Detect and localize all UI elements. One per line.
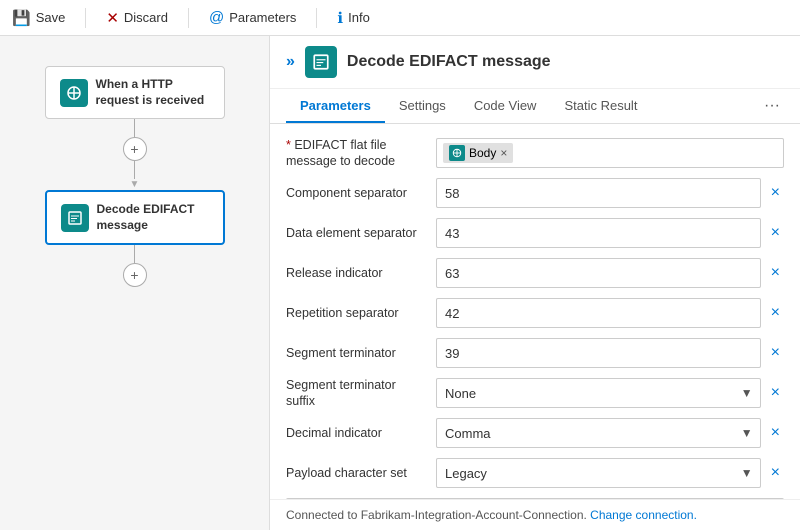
detail-node-icon (305, 46, 337, 78)
component-sep-row: Component separator × (286, 176, 784, 210)
component-sep-label: Component separator (286, 185, 436, 201)
arrow-down-1: ▼ (130, 179, 140, 190)
decimal-ind-select[interactable]: Comma Period (436, 418, 761, 448)
toolbar-divider-2 (188, 8, 189, 28)
repetition-sep-clear[interactable]: × (767, 302, 784, 324)
http-request-node[interactable]: When a HTTP request is received (45, 66, 225, 119)
data-elem-input[interactable] (436, 218, 761, 248)
payload-label: Payload character set (286, 465, 436, 481)
http-node-icon (60, 79, 88, 107)
payload-wrap: Legacy UTF-8 UTF-16 ▼ × (436, 458, 784, 488)
parameters-button[interactable]: @ Parameters (209, 9, 296, 26)
detail-panel: » Decode EDIFACT message Parameters Sett… (270, 36, 800, 530)
segment-term-label: Segment terminator (286, 345, 436, 361)
parameters-icon: @ (209, 9, 224, 26)
tabs-bar: Parameters Settings Code View Static Res… (270, 89, 800, 124)
seg-term-suffix-select-wrap: None CR LF CRLF ▼ (436, 378, 761, 408)
data-elem-clear[interactable]: × (767, 222, 784, 244)
save-label: Save (36, 10, 66, 25)
edifact-tag-input[interactable]: Body × (436, 138, 784, 168)
payload-select[interactable]: Legacy UTF-8 UTF-16 (436, 458, 761, 488)
canvas-panel: When a HTTP request is received + ▼ Deco… (0, 36, 270, 530)
main-layout: When a HTTP request is received + ▼ Deco… (0, 36, 800, 530)
segment-term-row: Segment terminator × (286, 336, 784, 370)
edifact-field-row: EDIFACT flat file message to decode (286, 136, 784, 170)
tag-icon (449, 145, 465, 161)
http-node-label: When a HTTP request is received (96, 77, 210, 108)
repetition-sep-wrap: × (436, 298, 784, 328)
seg-term-suffix-clear[interactable]: × (767, 382, 784, 404)
payload-row: Payload character set Legacy UTF-8 UTF-1… (286, 456, 784, 490)
connector-line-bottom (134, 161, 135, 179)
data-elem-label: Data element separator (286, 225, 436, 241)
release-ind-clear[interactable]: × (767, 262, 784, 284)
toolbar-divider-1 (85, 8, 86, 28)
data-elem-row: Data element separator × (286, 216, 784, 250)
component-sep-input[interactable] (436, 178, 761, 208)
decode-edifact-node[interactable]: Decode EDIFACT message (45, 190, 225, 245)
release-ind-wrap: × (436, 258, 784, 288)
segment-term-clear[interactable]: × (767, 342, 784, 364)
body-tag: Body × (443, 143, 513, 163)
repetition-sep-row: Repetition separator × (286, 296, 784, 330)
tab-parameters[interactable]: Parameters (286, 90, 385, 123)
tab-code-view[interactable]: Code View (460, 90, 551, 123)
body-tag-label: Body (469, 146, 496, 160)
parameters-label: Parameters (229, 10, 296, 25)
discard-icon: ✕ (106, 9, 119, 27)
panel-footer: Connected to Fabrikam-Integration-Accoun… (270, 499, 800, 530)
decimal-ind-row: Decimal indicator Comma Period ▼ × (286, 416, 784, 450)
segment-term-wrap: × (436, 338, 784, 368)
toolbar: 💾 Save ✕ Discard @ Parameters ℹ Info (0, 0, 800, 36)
component-sep-wrap: × (436, 178, 784, 208)
detail-title: Decode EDIFACT message (347, 53, 551, 71)
decode-node-label: Decode EDIFACT message (97, 202, 209, 233)
seg-term-suffix-label: Segment terminator suffix (286, 377, 436, 410)
repetition-sep-input[interactable] (436, 298, 761, 328)
edifact-field-wrap: Body × (436, 138, 784, 168)
seg-term-suffix-select[interactable]: None CR LF CRLF (436, 378, 761, 408)
decode-node-icon (61, 204, 89, 232)
discard-button[interactable]: ✕ Discard (106, 9, 168, 27)
connector-line-2 (134, 245, 135, 263)
detail-header: » Decode EDIFACT message (270, 36, 800, 89)
form-content: EDIFACT flat file message to decode (270, 124, 800, 499)
component-sep-clear[interactable]: × (767, 182, 784, 204)
release-ind-row: Release indicator × (286, 256, 784, 290)
payload-select-wrap: Legacy UTF-8 UTF-16 ▼ (436, 458, 761, 488)
info-icon: ℹ (337, 9, 343, 27)
decimal-ind-wrap: Comma Period ▼ × (436, 418, 784, 448)
toolbar-divider-3 (316, 8, 317, 28)
repetition-sep-label: Repetition separator (286, 305, 436, 321)
more-tabs-button[interactable]: ··· (760, 89, 784, 123)
body-tag-close[interactable]: × (500, 146, 507, 160)
connector-1: + ▼ (123, 119, 147, 190)
info-label: Info (348, 10, 370, 25)
release-ind-label: Release indicator (286, 265, 436, 281)
tab-static-result[interactable]: Static Result (550, 90, 651, 123)
info-button[interactable]: ℹ Info (337, 9, 369, 27)
payload-clear[interactable]: × (767, 462, 784, 484)
collapse-button[interactable]: » (286, 53, 295, 71)
add-step-button-2[interactable]: + (123, 263, 147, 287)
segment-term-input[interactable] (436, 338, 761, 368)
decimal-ind-label: Decimal indicator (286, 425, 436, 441)
decimal-ind-select-wrap: Comma Period ▼ (436, 418, 761, 448)
edifact-field-label: EDIFACT flat file message to decode (286, 137, 436, 170)
connector-2: + (123, 245, 147, 287)
save-icon: 💾 (12, 9, 31, 27)
decimal-ind-clear[interactable]: × (767, 422, 784, 444)
discard-label: Discard (124, 10, 168, 25)
release-ind-input[interactable] (436, 258, 761, 288)
seg-term-suffix-row: Segment terminator suffix None CR LF CRL… (286, 376, 784, 410)
change-connection-link[interactable]: Change connection. (590, 508, 697, 522)
data-elem-wrap: × (436, 218, 784, 248)
save-button[interactable]: 💾 Save (12, 9, 65, 27)
footer-text: Connected to Fabrikam-Integration-Accoun… (286, 508, 587, 522)
tab-settings[interactable]: Settings (385, 90, 460, 123)
seg-term-suffix-wrap: None CR LF CRLF ▼ × (436, 378, 784, 408)
add-step-button-1[interactable]: + (123, 137, 147, 161)
connector-line-top (134, 119, 135, 137)
